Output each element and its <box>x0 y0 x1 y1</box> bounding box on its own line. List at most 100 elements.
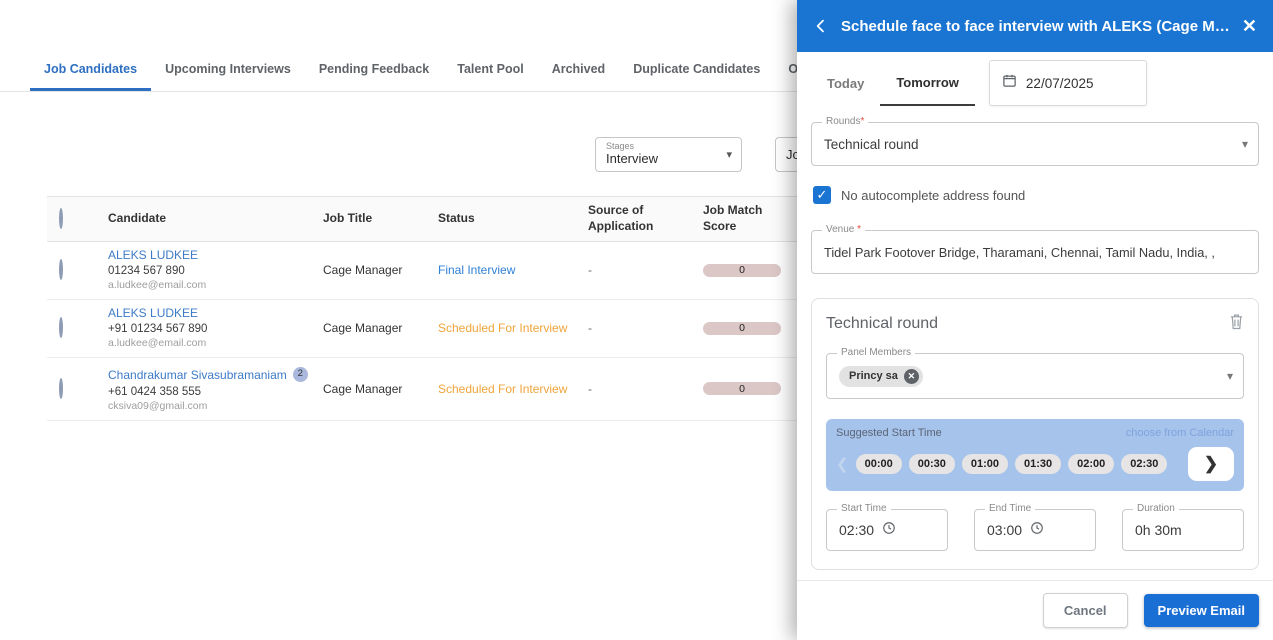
tab-job-candidates[interactable]: Job Candidates <box>30 47 151 91</box>
drawer-header: Schedule face to face interview with ALE… <box>797 0 1273 52</box>
candidate-name-link[interactable]: ALEKS LUDKEE <box>108 306 323 322</box>
date-picker[interactable]: 22/07/2025 <box>989 60 1147 106</box>
delete-round-icon[interactable] <box>1229 313 1244 335</box>
end-time-label: End Time <box>985 503 1035 514</box>
duration-value: 0h 30m <box>1135 522 1182 538</box>
panel-members-label: Panel Members <box>837 347 915 358</box>
row-radio[interactable] <box>59 317 63 338</box>
venue-value: Tidel Park Footover Bridge, Tharamani, C… <box>824 245 1215 260</box>
drawer-footer: Cancel Preview Email <box>797 580 1273 640</box>
start-time-field[interactable]: Start Time 02:30 <box>826 509 948 551</box>
clock-icon[interactable] <box>1030 521 1044 540</box>
tab-tomorrow[interactable]: Tomorrow <box>880 60 975 106</box>
select-all-radio[interactable] <box>59 208 63 229</box>
candidate-name-link[interactable]: ALEKS LUDKEE <box>108 248 323 264</box>
time-slot-row: ❮ 00:00 00:30 01:00 01:30 02:00 02:30 ❯ <box>836 447 1234 481</box>
candidate-job-title: Cage Manager <box>323 263 438 277</box>
col-header-job-title: Job Title <box>323 211 438 227</box>
candidate-job-title: Cage Manager <box>323 382 438 396</box>
cancel-button[interactable]: Cancel <box>1043 593 1128 628</box>
clock-icon[interactable] <box>882 521 896 540</box>
suggested-start-time-label: Suggested Start Time <box>836 427 942 439</box>
candidate-source: - <box>588 382 703 396</box>
time-slot[interactable]: 02:30 <box>1121 454 1167 474</box>
rounds-value: Technical round <box>824 137 919 152</box>
rounds-label: Rounds* <box>822 116 868 127</box>
row-radio[interactable] <box>59 259 63 280</box>
candidate-status: Scheduled For Interview <box>438 382 588 396</box>
chevron-down-icon: ▾ <box>726 148 732 161</box>
schedule-interview-drawer: Schedule face to face interview with ALE… <box>797 0 1273 640</box>
venue-field[interactable]: Venue * Tidel Park Footover Bridge, Thar… <box>811 230 1259 274</box>
time-slot[interactable]: 00:30 <box>909 454 955 474</box>
col-header-status: Status <box>438 211 588 227</box>
candidate-phone: +61 0424 358 555 <box>108 385 323 400</box>
stages-filter-label: Stages <box>606 141 731 151</box>
row-radio[interactable] <box>59 378 63 399</box>
autocomplete-checkbox-row: ✓ No autocomplete address found <box>813 186 1257 204</box>
tab-talent-pool[interactable]: Talent Pool <box>443 47 537 91</box>
table-header-row: Candidate Job Title Status Source of App… <box>47 196 907 242</box>
drawer-body: Today Tomorrow 22/07/2025 Rounds* Techni… <box>797 52 1273 580</box>
start-time-value: 02:30 <box>839 522 874 538</box>
close-icon[interactable]: ✕ <box>1242 16 1257 37</box>
calendar-icon <box>1002 73 1017 93</box>
table-row: ALEKS LUDKEE 01234 567 890 a.ludkee@emai… <box>47 242 907 300</box>
time-fields-row: Start Time 02:30 End Time 03:00 <box>826 509 1244 551</box>
tab-duplicate-candidates[interactable]: Duplicate Candidates <box>619 47 774 91</box>
chevron-down-icon: ▾ <box>1242 137 1248 151</box>
candidate-status: Final Interview <box>438 263 588 277</box>
table-row: ALEKS LUDKEE +91 01234 567 890 a.ludkee@… <box>47 300 907 358</box>
tab-pending-feedback[interactable]: Pending Feedback <box>305 47 443 91</box>
panel-members-field[interactable]: Panel Members Princy sa ✕ ▾ <box>826 353 1244 399</box>
candidate-status: Scheduled For Interview <box>438 321 588 335</box>
candidate-source: - <box>588 263 703 277</box>
candidate-phone: +91 01234 567 890 <box>108 322 323 337</box>
time-slot[interactable]: 00:00 <box>856 454 902 474</box>
candidates-table: Candidate Job Title Status Source of App… <box>47 196 907 421</box>
tab-archived[interactable]: Archived <box>538 47 620 91</box>
time-slot[interactable]: 01:30 <box>1015 454 1061 474</box>
candidate-phone: 01234 567 890 <box>108 264 323 279</box>
screen: Job Candidates Upcoming Interviews Pendi… <box>0 0 1273 640</box>
duration-field[interactable]: Duration 0h 30m <box>1122 509 1244 551</box>
tab-upcoming-interviews[interactable]: Upcoming Interviews <box>151 47 305 91</box>
stages-filter-dropdown[interactable]: Stages Interview ▾ <box>595 137 742 172</box>
venue-label: Venue * <box>822 224 865 235</box>
end-time-value: 03:00 <box>987 522 1022 538</box>
date-selector-row: Today Tomorrow 22/07/2025 <box>811 60 1259 106</box>
date-value: 22/07/2025 <box>1026 76 1094 91</box>
job-match-score-bar: 0 <box>703 322 781 335</box>
start-time-label: Start Time <box>837 503 891 514</box>
checkbox-label: No autocomplete address found <box>841 188 1025 203</box>
round-card: Technical round Panel Members Princy sa … <box>811 298 1259 570</box>
candidate-email: a.ludkee@email.com <box>108 337 323 351</box>
duplicate-count-badge: 2 <box>293 367 308 382</box>
time-slot[interactable]: 02:00 <box>1068 454 1114 474</box>
checkbox-checked[interactable]: ✓ <box>813 186 831 204</box>
panel-member-name: Princy sa <box>849 370 898 382</box>
stages-filter-value: Interview <box>606 151 731 166</box>
job-match-score-bar: 0 <box>703 382 781 395</box>
col-header-source: Source of Application <box>588 203 703 234</box>
remove-member-icon[interactable]: ✕ <box>904 369 919 384</box>
candidate-name-link[interactable]: Chandrakumar Sivasubramaniam <box>108 368 287 382</box>
candidate-source: - <box>588 321 703 335</box>
back-icon[interactable] <box>813 18 829 34</box>
candidate-email: a.ludkee@email.com <box>108 279 323 293</box>
next-slots-button[interactable]: ❯ <box>1188 447 1234 481</box>
col-header-candidate: Candidate <box>108 211 323 227</box>
job-match-score-bar: 0 <box>703 264 781 277</box>
chevron-right-icon: ❯ <box>1204 454 1218 474</box>
rounds-dropdown[interactable]: Rounds* Technical round ▾ <box>811 122 1259 166</box>
end-time-field[interactable]: End Time 03:00 <box>974 509 1096 551</box>
preview-email-button[interactable]: Preview Email <box>1144 594 1259 627</box>
candidate-email: cksiva09@gmail.com <box>108 400 323 414</box>
chevron-left-icon[interactable]: ❮ <box>836 455 849 473</box>
time-slot[interactable]: 01:00 <box>962 454 1008 474</box>
suggested-start-time-panel: Suggested Start Time choose from Calenda… <box>826 419 1244 491</box>
choose-from-calendar-link[interactable]: choose from Calendar <box>1126 427 1234 439</box>
tab-today[interactable]: Today <box>811 60 880 106</box>
panel-member-chip: Princy sa ✕ <box>839 366 923 387</box>
round-card-title: Technical round <box>826 315 1244 333</box>
